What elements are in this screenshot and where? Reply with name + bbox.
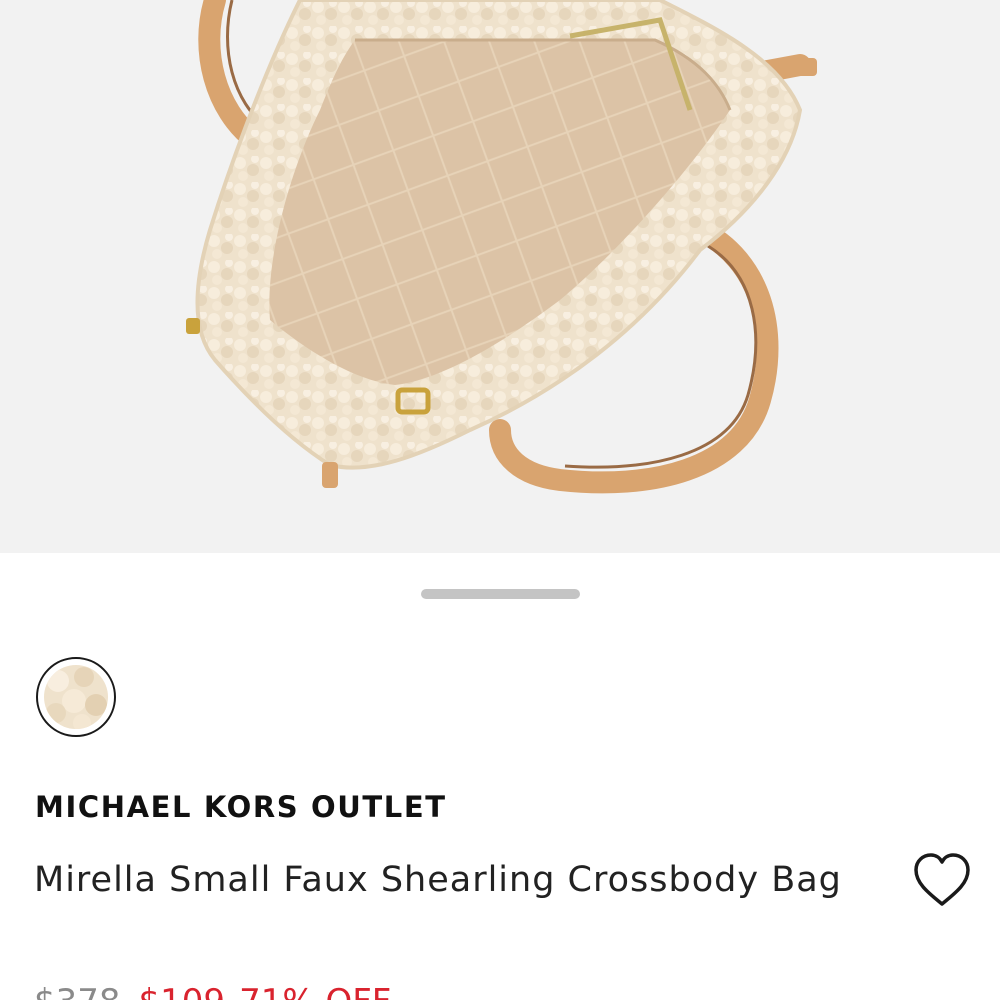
swatch-cream-icon [44,665,108,729]
bag-illustration [186,0,817,494]
product-title: Mirella Small Faux Shearling Crossbody B… [34,860,842,900]
gallery-page-indicator[interactable] [421,589,580,599]
product-image[interactable] [0,0,1000,553]
color-swatch[interactable] [36,657,116,737]
original-price: $378 [34,982,121,1000]
price-row: $378 $109 71% OFF [34,982,391,1000]
discount-badge: 71% OFF [239,982,391,1000]
brand-name: MICHAEL KORS OUTLET [35,790,447,824]
heart-outline-icon [914,853,970,906]
favorite-button[interactable] [910,850,974,910]
sale-price: $109 [139,982,226,1000]
